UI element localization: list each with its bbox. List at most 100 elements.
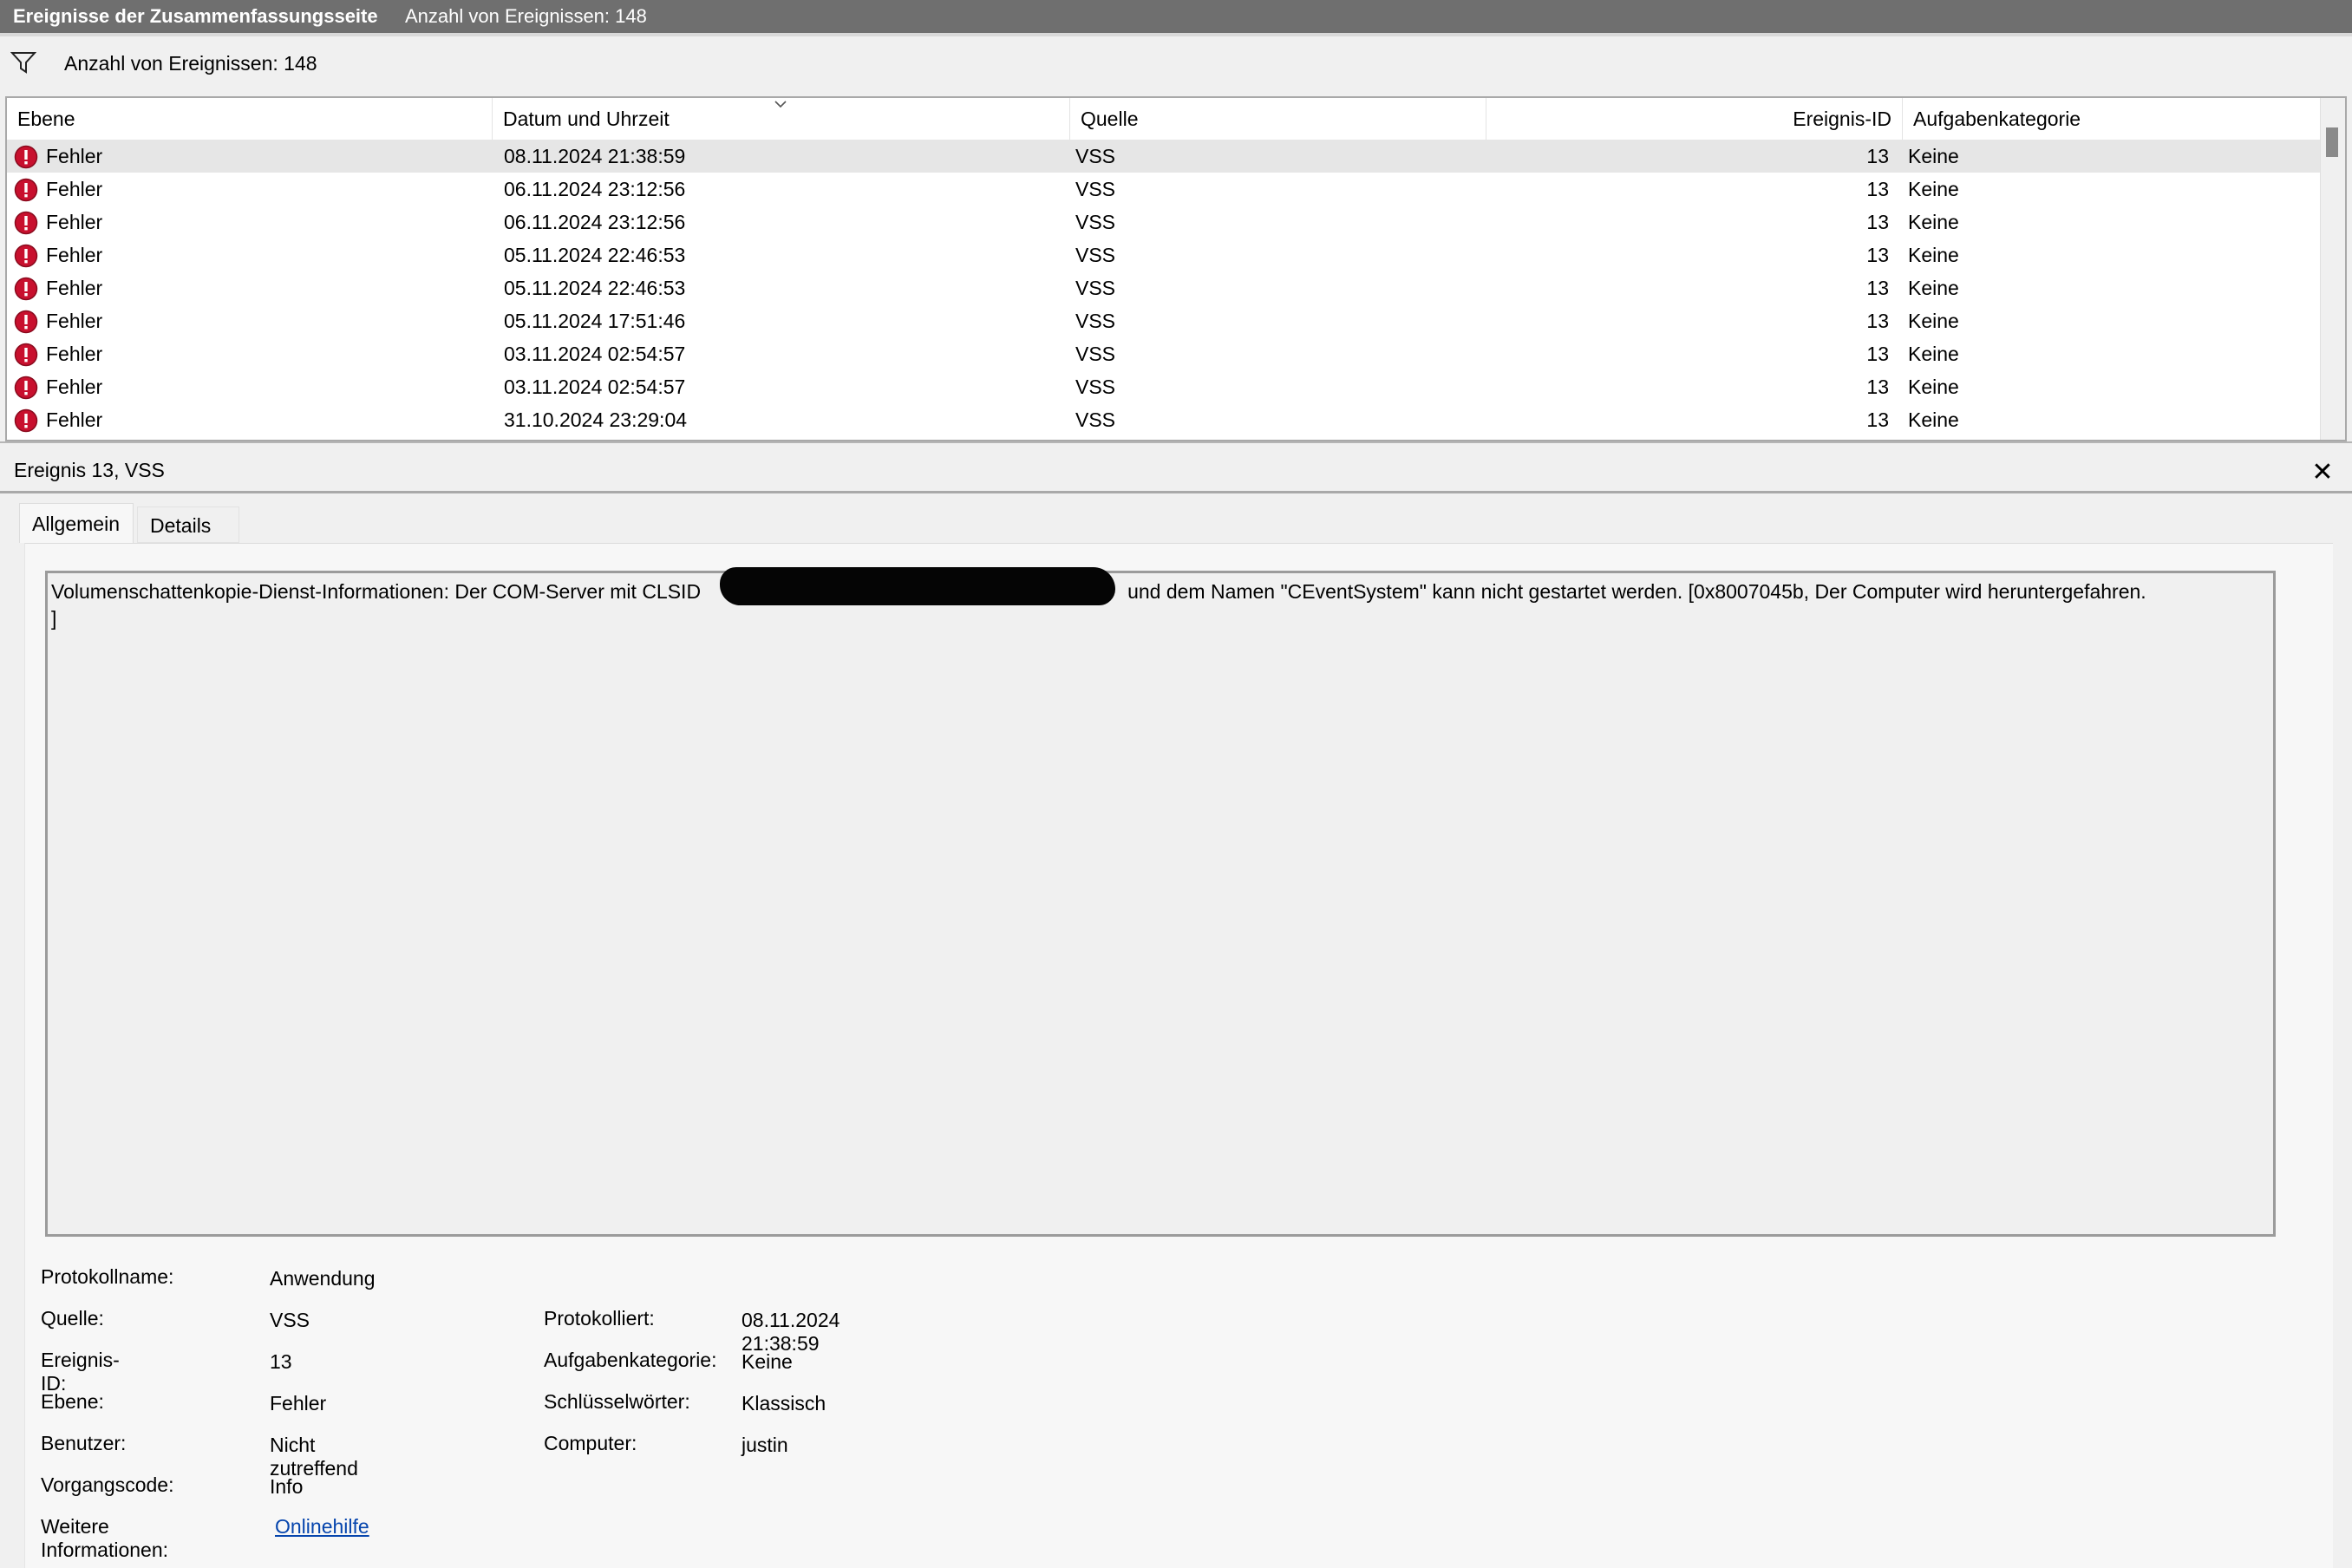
table-row[interactable]: Fehler 03.11.2024 02:54:57 VSS 13 Keine (7, 337, 2323, 370)
cell-level: Fehler (46, 408, 103, 431)
events-table[interactable]: Ebene Datum und Uhrzeit Quelle Ereignis-… (5, 96, 2347, 441)
cell-task-category: Keine (1908, 310, 1959, 332)
label-schluesselwoerter: Schlüsselwörter: (544, 1390, 690, 1413)
error-icon (14, 211, 38, 235)
value-protokolliert: 08.11.2024 21:38:59 (742, 1309, 840, 1355)
cell-task-category: Keine (1908, 376, 1959, 398)
cell-level: Fehler (46, 211, 103, 233)
table-row[interactable]: Fehler 31.10.2024 23:29:04 VSS 13 Keine (7, 403, 2323, 436)
table-row[interactable]: Fehler 05.11.2024 22:46:53 VSS 13 Keine (7, 271, 2323, 304)
cell-source: VSS (1075, 343, 1116, 365)
cell-level: Fehler (46, 244, 103, 266)
table-row[interactable]: Fehler 05.11.2024 17:51:46 VSS 13 Keine (7, 304, 2323, 337)
cell-task-category: Keine (1908, 244, 1959, 266)
cell-task-category: Keine (1908, 211, 1959, 233)
close-icon[interactable]: ✕ (2310, 460, 2335, 486)
label-quelle: Quelle: (41, 1307, 104, 1330)
filter-icon[interactable] (10, 50, 36, 75)
cell-source: VSS (1075, 211, 1116, 233)
label-weitere-informationen: Weitere Informationen: (41, 1515, 169, 1561)
label-computer: Computer: (544, 1432, 637, 1454)
label-aufgabenkategorie: Aufgabenkategorie: (544, 1349, 717, 1371)
error-icon (14, 178, 38, 202)
cell-event-id: 13 (1866, 310, 1889, 332)
filter-event-count: Anzahl von Ereignissen: 148 (64, 52, 317, 75)
tab-allgemein[interactable]: Allgemein (19, 503, 134, 543)
online-help-link[interactable]: Onlinehilfe (275, 1515, 369, 1539)
cell-source: VSS (1075, 145, 1116, 167)
cell-event-id: 13 (1866, 343, 1889, 365)
value-ereignis-id: 13 (270, 1350, 292, 1373)
cell-level: Fehler (46, 145, 103, 167)
cell-source: VSS (1075, 244, 1116, 266)
detail-title: Ereignis 13, VSS (14, 459, 165, 481)
cell-task-category: Keine (1908, 145, 1959, 167)
window-title: Ereignisse der Zusammenfassungsseite (13, 5, 378, 27)
error-icon (14, 277, 38, 301)
cell-source: VSS (1075, 277, 1116, 299)
label-ereignis-id: Ereignis-ID: (41, 1349, 120, 1395)
value-vorgangscode: Info (270, 1475, 304, 1498)
value-computer: justin (742, 1434, 788, 1456)
divider (0, 33, 2352, 36)
cell-event-id: 13 (1866, 277, 1889, 299)
cell-date: 06.11.2024 23:12:56 (504, 211, 686, 233)
label-vorgangscode: Vorgangscode: (41, 1473, 174, 1496)
title-bar: Ereignisse der Zusammenfassungsseite Anz… (0, 0, 2352, 33)
table-row[interactable]: Fehler 06.11.2024 23:12:56 VSS 13 Keine (7, 173, 2323, 206)
cell-date: 31.10.2024 23:29:04 (504, 408, 688, 431)
redaction-mark (720, 567, 1115, 605)
cell-level: Fehler (46, 343, 103, 365)
value-ebene: Fehler (270, 1392, 327, 1414)
column-header-aufgabenkategorie[interactable]: Aufgabenkategorie (1903, 98, 2323, 140)
cell-event-id: 13 (1866, 178, 1889, 200)
cell-source: VSS (1075, 178, 1116, 200)
tab-details[interactable]: Details (137, 506, 239, 543)
error-icon (14, 145, 38, 169)
error-icon (14, 343, 38, 367)
label-ebene: Ebene: (41, 1390, 104, 1413)
cell-source: VSS (1075, 310, 1116, 332)
table-header: Ebene Datum und Uhrzeit Quelle Ereignis-… (7, 98, 2323, 140)
message-closing-bracket: ] (51, 607, 57, 630)
table-row[interactable]: Fehler 05.11.2024 22:46:53 VSS 13 Keine (7, 238, 2323, 271)
column-header-ereignis-id[interactable]: Ereignis-ID (1486, 98, 1903, 140)
cell-date: 03.11.2024 02:54:57 (504, 376, 686, 398)
cell-event-id: 13 (1866, 211, 1889, 233)
cell-date: 03.11.2024 02:54:57 (504, 343, 686, 365)
cell-date: 05.11.2024 22:46:53 (504, 277, 686, 299)
column-header-quelle[interactable]: Quelle (1070, 98, 1486, 140)
table-body: Fehler 08.11.2024 21:38:59 VSS 13 Keine … (7, 140, 2323, 436)
value-aufgabenkategorie: Keine (742, 1350, 793, 1373)
value-schluesselwoerter: Klassisch (742, 1392, 826, 1414)
message-text-end: und dem Namen "CEventSystem" kann nicht … (1127, 580, 2146, 603)
table-row[interactable]: Fehler 03.11.2024 02:54:57 VSS 13 Keine (7, 370, 2323, 403)
cell-event-id: 13 (1866, 408, 1889, 431)
sort-descending-icon (774, 101, 787, 108)
detail-header: Ereignis 13, VSS ✕ (0, 452, 2352, 493)
cell-task-category: Keine (1908, 408, 1959, 431)
event-message[interactable]: Volumenschattenkopie-Dienst-Informatione… (45, 571, 2276, 1237)
vertical-scrollbar[interactable] (2320, 98, 2345, 440)
error-icon (14, 244, 38, 268)
cell-level: Fehler (46, 310, 103, 332)
column-header-ebene[interactable]: Ebene (7, 98, 493, 140)
label-protokollname: Protokollname: (41, 1265, 174, 1288)
table-row[interactable]: Fehler 08.11.2024 21:38:59 VSS 13 Keine (7, 140, 2323, 173)
message-text-start: Volumenschattenkopie-Dienst-Informatione… (51, 580, 702, 603)
cell-level: Fehler (46, 178, 103, 200)
table-row[interactable]: Fehler 06.11.2024 23:12:56 VSS 13 Keine (7, 206, 2323, 238)
scrollbar-thumb[interactable] (2326, 127, 2338, 157)
cell-level: Fehler (46, 277, 103, 299)
cell-level: Fehler (46, 376, 103, 398)
cell-date: 08.11.2024 21:38:59 (504, 145, 686, 167)
cell-event-id: 13 (1866, 145, 1889, 167)
cell-date: 05.11.2024 22:46:53 (504, 244, 686, 266)
cell-task-category: Keine (1908, 277, 1959, 299)
error-icon (14, 408, 38, 433)
value-benutzer: Nicht zutreffend (270, 1434, 358, 1480)
pane-splitter[interactable] (0, 441, 2352, 450)
cell-date: 05.11.2024 17:51:46 (504, 310, 686, 332)
cell-date: 06.11.2024 23:12:56 (504, 178, 686, 200)
cell-task-category: Keine (1908, 343, 1959, 365)
